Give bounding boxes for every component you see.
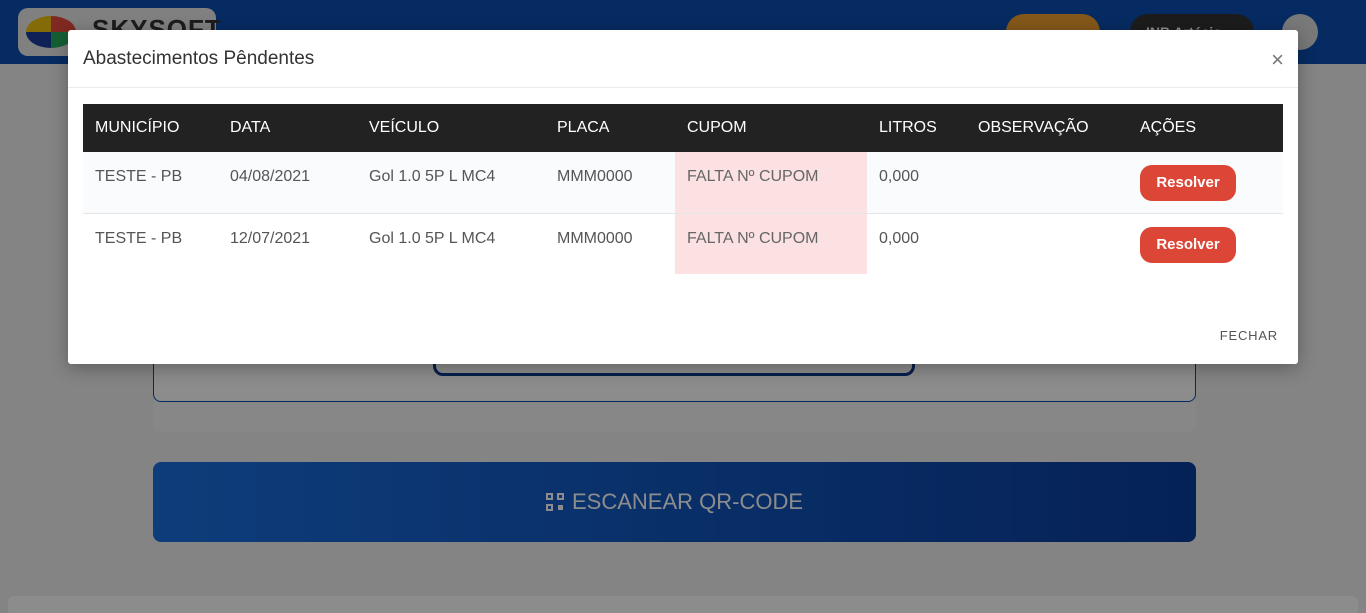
pending-refuels-table: MUNICÍPIO DATA VEÍCULO PLACA CUPOM LITRO…: [83, 104, 1283, 274]
cell-municipio: TESTE - PB: [95, 229, 183, 247]
pending-refuels-modal: Abastecimentos Pêndentes × MUNICÍPIO DAT…: [68, 30, 1298, 364]
cell-litros: 0,000: [879, 168, 920, 185]
column-header-cupom: CUPOM: [687, 119, 747, 136]
table-row: TESTE - PB 12/07/2021 Gol 1.0 5P L MC4 M…: [83, 213, 1283, 274]
cell-municipio: TESTE - PB: [95, 168, 183, 185]
column-header-acoes: AÇÕES: [1140, 119, 1197, 136]
cell-veiculo: Gol 1.0 5P L MC4: [369, 229, 496, 247]
cell-data: 04/08/2021: [230, 168, 311, 185]
column-header-data: DATA: [230, 119, 271, 136]
cell-observacao: [966, 213, 1128, 274]
cell-acoes: Resolver: [1128, 213, 1283, 274]
cell-data: 12/07/2021: [230, 229, 311, 247]
close-modal-button[interactable]: FECHAR: [1220, 328, 1278, 343]
cell-cupom: FALTA Nº CUPOM: [675, 213, 867, 274]
column-header-observacao: OBSERVAÇÃO: [978, 119, 1089, 136]
cell-cupom: FALTA Nº CUPOM: [675, 152, 867, 213]
cell-placa: MMM0000: [557, 229, 633, 247]
column-header-veiculo: VEÍCULO: [369, 119, 440, 136]
table-row: TESTE - PB 04/08/2021 Gol 1.0 5P L MC4 M…: [83, 152, 1283, 213]
resolve-button[interactable]: Resolver: [1140, 165, 1236, 201]
column-header-municipio: MUNICÍPIO: [95, 119, 180, 136]
cell-acoes: Resolver: [1128, 152, 1283, 213]
cell-placa: MMM0000: [557, 168, 633, 185]
column-header-litros: LITROS: [879, 119, 937, 136]
resolve-button[interactable]: Resolver: [1140, 226, 1236, 263]
cell-litros: 0,000: [879, 229, 920, 247]
cell-veiculo: Gol 1.0 5P L MC4: [369, 168, 496, 185]
column-header-placa: PLACA: [557, 119, 610, 136]
modal-header: Abastecimentos Pêndentes ×: [68, 30, 1298, 88]
close-icon[interactable]: ×: [1271, 49, 1284, 71]
modal-title: Abastecimentos Pêndentes: [83, 48, 315, 69]
table-header-row: MUNICÍPIO DATA VEÍCULO PLACA CUPOM LITRO…: [83, 104, 1283, 152]
cell-observacao: [966, 152, 1128, 213]
